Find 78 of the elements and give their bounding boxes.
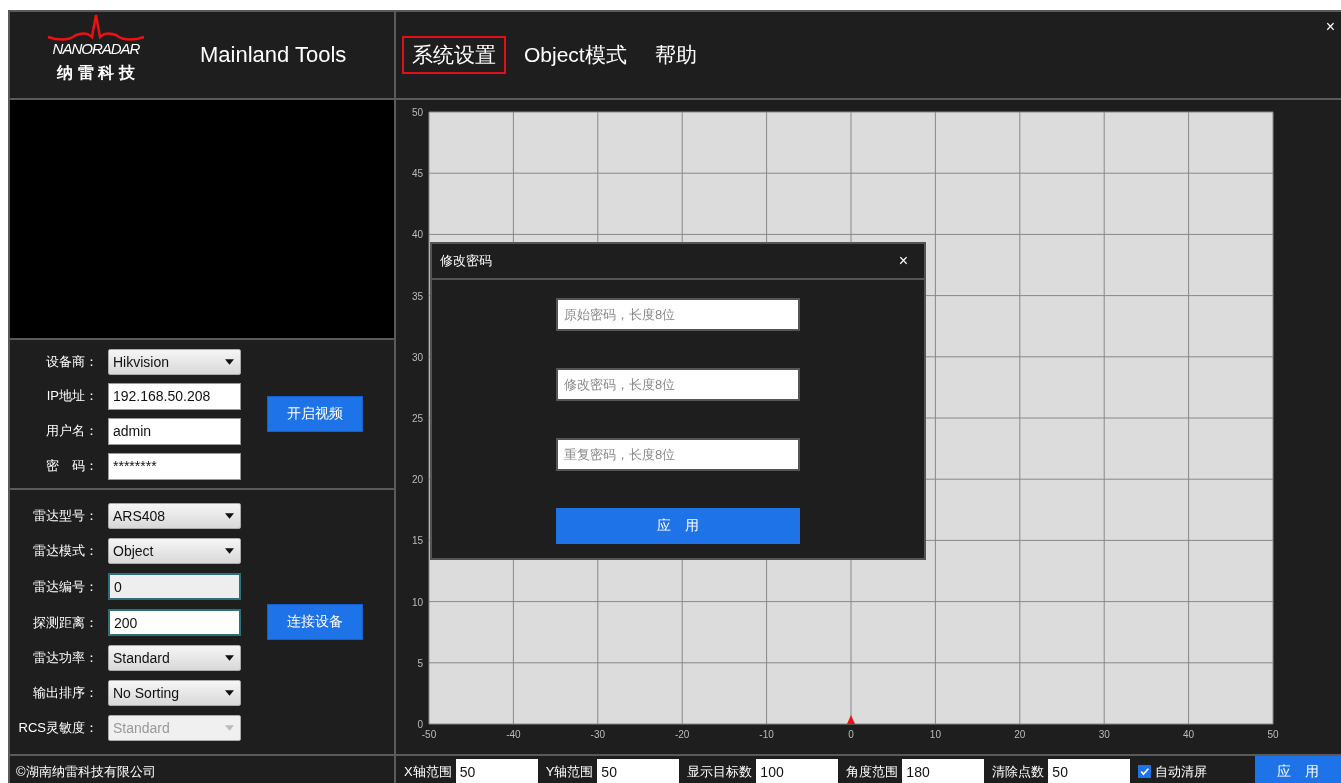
close-button[interactable]: × <box>892 251 914 271</box>
field-label: 角度范围 <box>846 762 899 781</box>
axis-tick-label: 35 <box>411 290 423 302</box>
field-label: 显示目标数 <box>687 762 753 781</box>
dropdown[interactable]: Object <box>108 538 241 564</box>
axis-tick-label: 10 <box>929 729 941 740</box>
caret-icon <box>225 358 234 365</box>
input-field[interactable]: admin <box>108 417 241 445</box>
field-label: Y轴范围 <box>545 762 594 781</box>
field-label: 清除点数 <box>992 762 1045 781</box>
axis-tick-label: -40 <box>506 729 521 740</box>
axis-tick-label: 30 <box>411 351 423 363</box>
dialog-title: 修改密码 <box>440 252 492 270</box>
input-field[interactable]: 192.168.50.208 <box>108 382 241 410</box>
field-label: 雷达编号： <box>32 577 98 596</box>
axis-tick-label: 50 <box>411 107 423 118</box>
menu-item[interactable]: 系统设置 <box>402 36 506 74</box>
axis-tick-label: 15 <box>411 535 423 547</box>
dropdown[interactable]: Hikvision <box>108 348 241 375</box>
axis-tick-label: 30 <box>1098 729 1110 740</box>
caret-icon <box>225 725 234 731</box>
caret-icon <box>225 513 234 519</box>
close-button[interactable]: × <box>1321 18 1339 36</box>
connect-button[interactable]: 连接设备 <box>267 604 363 640</box>
company-logo: NANORADAR 纳 雷 科 技 <box>44 26 148 84</box>
dropdown[interactable]: No Sorting <box>108 680 241 706</box>
apply-button[interactable]: 应 用 <box>1255 756 1341 783</box>
start-video-button[interactable]: 开启视频 <box>267 396 363 432</box>
password-field[interactable]: 修改密码，长度8位 <box>556 368 800 401</box>
input-field[interactable]: 180 <box>902 759 985 783</box>
axis-tick-label: 45 <box>411 168 423 180</box>
password-field[interactable]: 原始密码，长度8位 <box>556 298 800 331</box>
axis-tick-label: 50 <box>1267 729 1279 740</box>
axis-tick-label: 20 <box>1014 729 1026 740</box>
password-field[interactable]: 重复密码，长度8位 <box>556 438 800 471</box>
input-field[interactable]: 100 <box>756 759 839 783</box>
caret-icon <box>225 655 234 661</box>
field-label: RCS灵敏度： <box>17 719 98 737</box>
field-label: 密 码： <box>45 457 98 475</box>
caret-icon <box>225 690 234 696</box>
checkbox-label: 自动清屏 <box>1155 762 1208 781</box>
axis-tick-label: 10 <box>411 596 423 608</box>
wave-logo-icon <box>46 12 146 44</box>
input-field[interactable]: ******** <box>108 452 241 480</box>
axis-tick-label: 5 <box>417 657 423 669</box>
axis-tick-label: 40 <box>1183 729 1195 740</box>
axis-tick-label: 20 <box>411 474 423 486</box>
axis-tick-label: -30 <box>590 729 606 740</box>
axis-tick-label: 40 <box>411 229 423 241</box>
apply-button[interactable]: 应 用 <box>556 508 800 544</box>
axis-tick-label: -50 <box>421 729 437 740</box>
field-label: 雷达模式： <box>32 542 98 560</box>
input-field[interactable]: 50 <box>455 759 538 783</box>
checkbox[interactable] <box>1138 765 1152 778</box>
field-label: 用户名： <box>45 422 98 440</box>
field-label: 探测距离： <box>32 613 98 632</box>
input-field[interactable]: 200 <box>108 609 241 636</box>
axis-tick-label: 0 <box>417 719 423 730</box>
field-label: 设备商： <box>45 352 98 371</box>
app-title: Mainland Tools <box>200 42 347 68</box>
radar-marker-icon <box>847 715 855 724</box>
axis-tick-label: 25 <box>411 413 423 424</box>
field-label: X轴范围 <box>404 762 452 781</box>
field-label: 雷达型号： <box>32 507 98 525</box>
dropdown[interactable]: ARS408 <box>108 503 241 529</box>
copyright-text: ©湖南纳雷科技有限公司 <box>16 762 156 781</box>
dropdown[interactable]: Standard <box>108 645 241 671</box>
input-field[interactable]: 50 <box>597 759 680 783</box>
input-field[interactable]: 50 <box>1048 759 1131 783</box>
field-label: 输出排序： <box>32 684 98 702</box>
menu-item[interactable]: Object模式 <box>514 36 637 74</box>
axis-tick-label: -10 <box>759 729 774 740</box>
caret-icon <box>225 548 234 554</box>
field-label: IP地址： <box>45 387 98 405</box>
menu-item[interactable]: 帮助 <box>644 36 707 74</box>
field-label: 雷达功率： <box>32 649 98 667</box>
axis-tick-label: 0 <box>848 729 854 740</box>
axis-tick-label: -20 <box>674 729 690 740</box>
